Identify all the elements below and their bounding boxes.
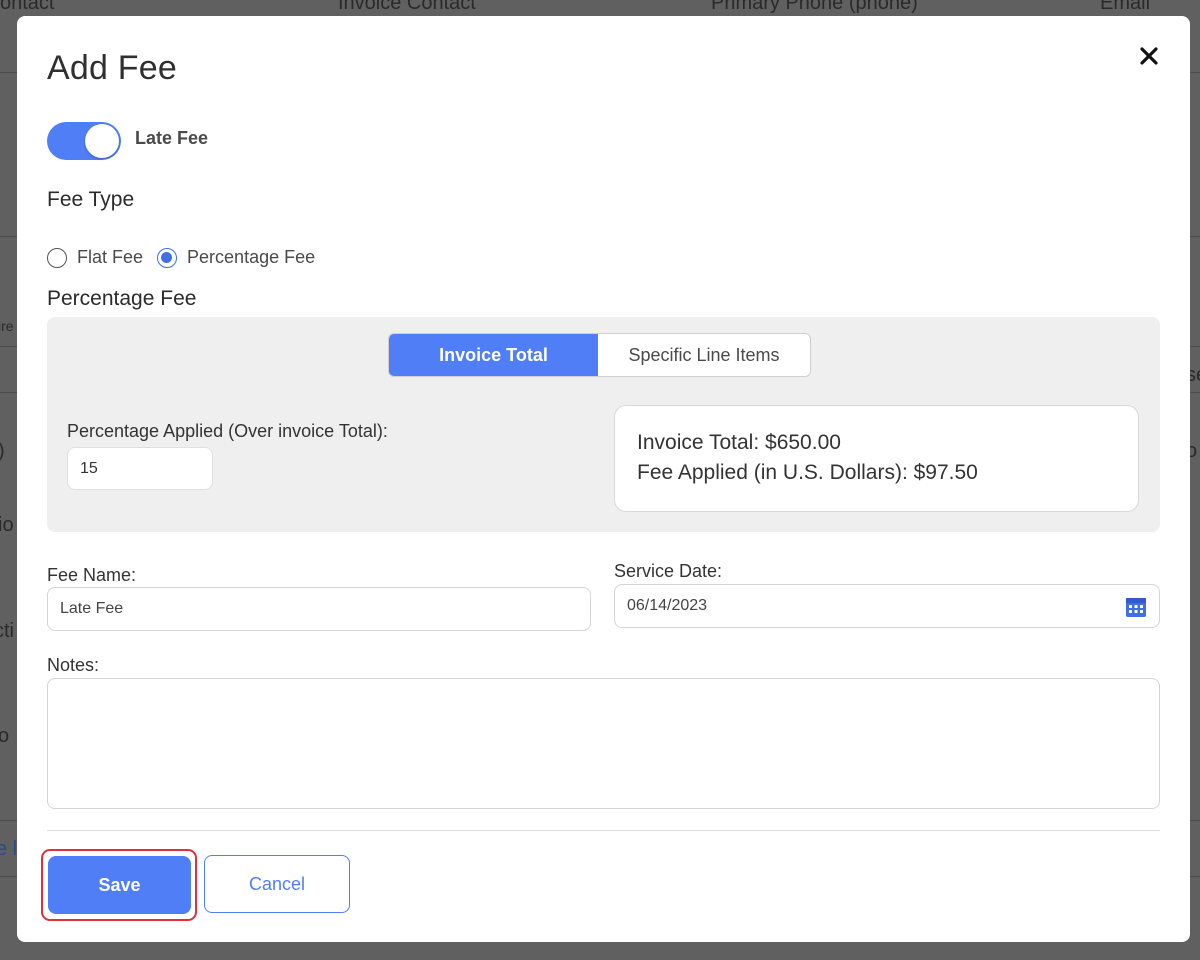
- fee-name-input[interactable]: [47, 587, 591, 631]
- fee-summary-box: Invoice Total: $650.00 Fee Applied (in U…: [614, 405, 1139, 512]
- fee-applied-text: Fee Applied (in U.S. Dollars): $97.50: [637, 461, 978, 484]
- bg-text-fragment: ): [0, 440, 5, 463]
- radio-flat-fee[interactable]: Flat Fee: [47, 247, 143, 268]
- calendar-icon[interactable]: [1125, 596, 1147, 618]
- bg-text-fragment: io: [0, 514, 14, 536]
- fee-type-radio-group: Flat Fee Percentage Fee: [47, 247, 329, 268]
- percentage-fee-label: Percentage Fee: [187, 247, 316, 267]
- background-table-header: ontact Invoice Contact Primary Phone (ph…: [0, 0, 1200, 16]
- bg-column-email: Email: [1100, 0, 1151, 14]
- save-button[interactable]: Save: [48, 856, 191, 914]
- percentage-fee-heading: Percentage Fee: [47, 287, 197, 310]
- late-fee-toggle-label: Late Fee: [135, 127, 209, 148]
- bg-column-contact: ontact: [0, 0, 55, 14]
- bg-text-fragment: cti: [0, 620, 14, 642]
- service-date-input[interactable]: [614, 584, 1160, 628]
- modal-title: Add Fee: [47, 49, 177, 87]
- service-date-label: Service Date:: [614, 561, 723, 581]
- toggle-knob: [85, 124, 119, 158]
- percentage-fee-panel: Invoice Total Specific Line Items Percen…: [47, 317, 1160, 532]
- late-fee-toggle-row: Late Fee: [47, 122, 208, 160]
- bg-column-primary-phone: Primary Phone (phone): [711, 0, 918, 14]
- close-icon: [1140, 47, 1158, 65]
- percentage-fee-radio[interactable]: [157, 247, 178, 268]
- percentage-applied-label: Percentage Applied (Over invoice Total):: [67, 421, 388, 441]
- invoice-total-text: Invoice Total: $650.00: [637, 431, 841, 454]
- late-fee-toggle[interactable]: [47, 122, 121, 160]
- tab-invoice-total[interactable]: Invoice Total: [389, 334, 598, 376]
- flat-fee-label: Flat Fee: [77, 247, 144, 267]
- fee-type-heading: Fee Type: [47, 188, 135, 211]
- bg-column-invoice-contact: Invoice Contact: [338, 0, 476, 14]
- close-button[interactable]: [1135, 42, 1163, 70]
- percentage-applied-input[interactable]: [67, 447, 213, 490]
- footer-divider: [47, 830, 1160, 831]
- bg-text-fragment: o: [0, 725, 10, 747]
- percentage-basis-toggle: Invoice Total Specific Line Items: [388, 333, 811, 377]
- notes-label: Notes:: [47, 655, 100, 675]
- tab-specific-line-items[interactable]: Specific Line Items: [598, 334, 810, 376]
- bg-link-fragment[interactable]: e l: [0, 838, 17, 861]
- bg-text-fragment: ire: [0, 318, 14, 334]
- notes-textarea[interactable]: [47, 678, 1160, 809]
- radio-percentage-fee[interactable]: Percentage Fee: [157, 247, 315, 268]
- fee-name-label: Fee Name:: [47, 565, 137, 585]
- flat-fee-radio[interactable]: [47, 247, 67, 268]
- add-fee-modal: Add Fee Late Fee Fee Type Flat Fee Perce…: [17, 16, 1190, 942]
- cancel-button[interactable]: Cancel: [204, 855, 350, 913]
